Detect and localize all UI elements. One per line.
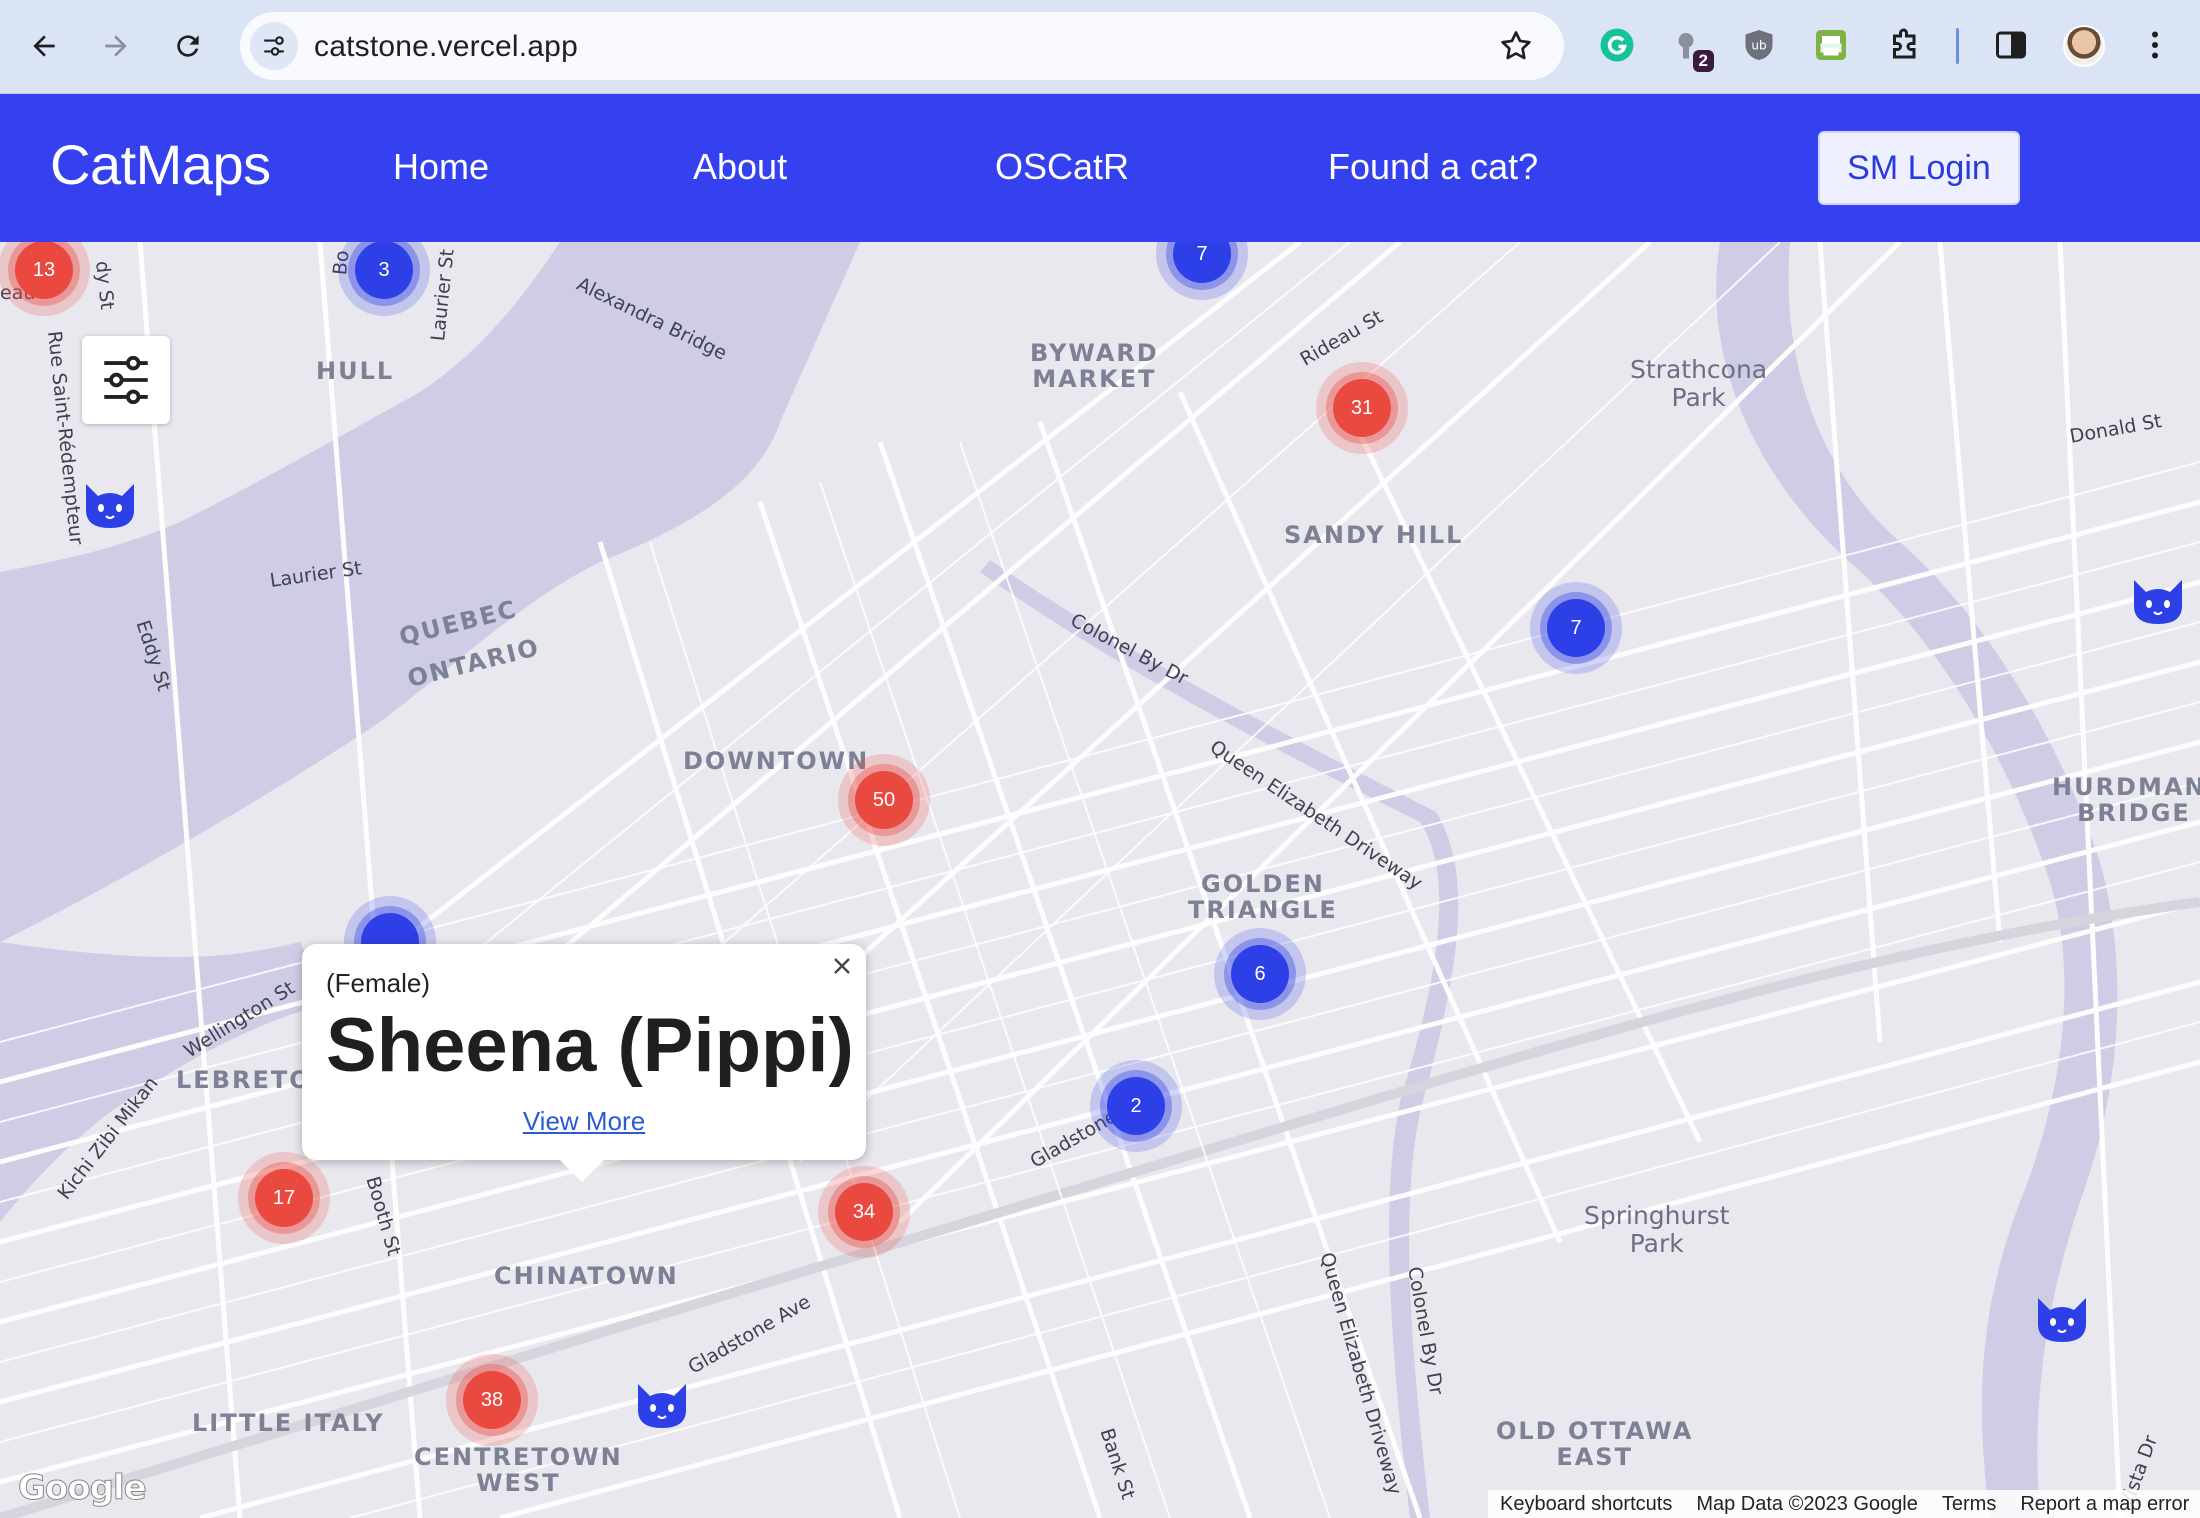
side-panel-icon[interactable] <box>1988 22 2034 68</box>
map-attribution-bar: Keyboard shortcuts Map Data ©2023 Google… <box>1488 1490 2200 1518</box>
google-logo: Google <box>18 1468 148 1509</box>
reload-icon <box>177 35 199 57</box>
cat-marker-icon[interactable] <box>82 480 138 532</box>
extension-badge: 2 <box>1692 50 1714 72</box>
area-label-downtown: DOWNTOWN <box>683 747 870 775</box>
cat-marker-icon[interactable] <box>2034 1294 2090 1346</box>
cat-cluster-marker[interactable]: 17 <box>238 1152 330 1244</box>
nav-about-link[interactable]: About <box>693 146 787 188</box>
area-label-sandy-hill: SANDY HILL <box>1284 521 1464 549</box>
terms-link[interactable]: Terms <box>1942 1493 1996 1516</box>
site-info-icon[interactable] <box>250 22 298 70</box>
cat-marker-icon[interactable] <box>634 1380 690 1432</box>
cat-name-heading: Sheena (Pippi) <box>326 1003 854 1088</box>
area-label-hurdman: HURDMAN' BRIDGE <box>2052 773 2200 827</box>
forward-button[interactable] <box>88 18 144 74</box>
browser-toolbar: catstone.vercel.app 2 ub <box>0 0 2200 94</box>
nav-home-link[interactable]: Home <box>393 146 489 188</box>
area-label-chinatown: CHINATOWN <box>494 1262 679 1290</box>
cat-cluster-marker[interactable]: 31 <box>1316 362 1408 454</box>
report-error-link[interactable]: Report a map error <box>2020 1493 2189 1516</box>
app-navbar: CatMaps Home About OSCatR Found a cat? S… <box>0 94 2200 242</box>
area-label-golden-triangle: GOLDEN TRIANGLE <box>1188 870 1338 924</box>
map-canvas[interactable]: HULL BYWARD MARKET SANDY HILL DOWNTOWN G… <box>0 242 2200 1518</box>
sliders-icon <box>104 355 148 405</box>
grammarly-extension-icon[interactable] <box>1594 22 1640 68</box>
area-label-old-ottawa-east: OLD OTTAWA EAST <box>1496 1417 1694 1471</box>
filter-settings-button[interactable] <box>82 336 170 424</box>
keyboard-shortcuts-link[interactable]: Keyboard shortcuts <box>1500 1493 1672 1516</box>
cat-info-popup: (Female) Sheena (Pippi) View More <box>302 944 866 1182</box>
brand-logo[interactable]: CatMaps <box>50 132 271 197</box>
cat-cluster-marker[interactable]: 2 <box>1090 1060 1182 1152</box>
area-label-lebreton: LEBRETO <box>176 1066 312 1094</box>
view-more-link[interactable]: View More <box>302 1106 866 1137</box>
map-base-tiles <box>0 242 2200 1518</box>
back-button[interactable] <box>16 18 72 74</box>
nav-found-cat-link[interactable]: Found a cat? <box>1328 146 1538 188</box>
toolbar-divider <box>1956 28 1959 64</box>
back-arrow-icon <box>33 35 55 57</box>
cat-cluster-marker[interactable]: 50 <box>838 754 930 846</box>
cat-cluster-marker[interactable]: 6 <box>1214 928 1306 1020</box>
close-icon[interactable] <box>828 952 856 980</box>
cat-sex-label: (Female) <box>326 968 431 998</box>
reload-button[interactable] <box>160 18 216 74</box>
address-bar[interactable]: catstone.vercel.app <box>240 12 1564 80</box>
cat-cluster-marker[interactable]: 34 <box>818 1166 910 1258</box>
cat-cluster-marker[interactable]: 7 <box>1530 582 1622 674</box>
nav-oscatr-link[interactable]: OSCatR <box>995 146 1129 188</box>
login-button[interactable]: SM Login <box>1818 131 2020 205</box>
bookmark-star-icon[interactable] <box>1498 28 1534 64</box>
area-label-byward: BYWARD MARKET <box>1030 339 1159 393</box>
park-label-strathcona: Strathcona Park <box>1630 355 1768 412</box>
password-extension-icon[interactable]: 2 <box>1666 22 1714 72</box>
park-label-springhurst: Springhurst Park <box>1584 1201 1730 1258</box>
cat-marker-icon[interactable] <box>2130 576 2186 628</box>
ublock-extension-icon[interactable]: ub <box>1736 22 1782 68</box>
area-label-centretown-west: CENTRETOWN WEST <box>414 1443 623 1497</box>
cat-cluster-marker[interactable]: 38 <box>446 1354 538 1446</box>
forward-arrow-icon <box>105 35 127 57</box>
print-extension-icon[interactable] <box>1808 22 1854 68</box>
extensions-puzzle-icon[interactable] <box>1882 22 1928 68</box>
area-label-hull: HULL <box>316 357 395 385</box>
svg-text:ub: ub <box>1751 39 1766 53</box>
area-label-little-italy: LITTLE ITALY <box>192 1409 385 1437</box>
menu-kebab-icon[interactable] <box>2132 22 2178 68</box>
url-text[interactable]: catstone.vercel.app <box>314 30 578 64</box>
profile-avatar[interactable] <box>2063 25 2105 67</box>
map-data-text: Map Data ©2023 Google <box>1696 1492 1918 1515</box>
